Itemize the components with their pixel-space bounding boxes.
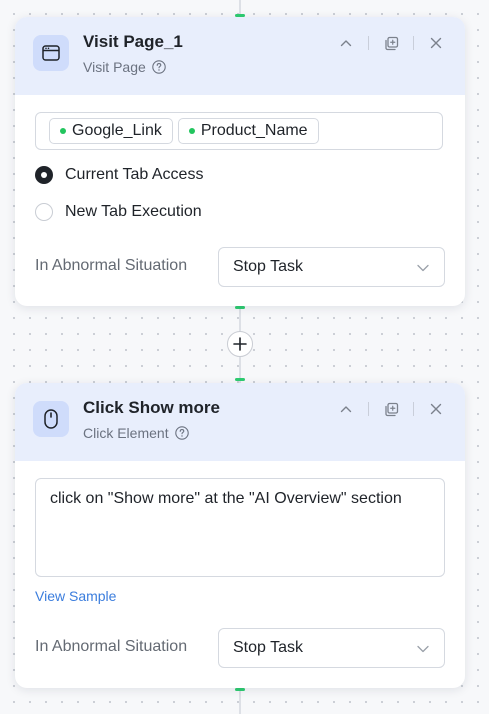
close-icon xyxy=(430,403,442,415)
node-title: Visit Page_1 xyxy=(83,32,183,51)
abnormal-situation-select[interactable]: Stop Task xyxy=(218,247,445,287)
header-divider xyxy=(368,36,369,50)
add-step-button[interactable] xyxy=(227,331,253,357)
header-divider xyxy=(413,402,414,416)
help-icon[interactable] xyxy=(174,426,189,440)
click-element-node[interactable]: Click Show more Click Element click on "… xyxy=(15,383,465,688)
node-type-label: Visit Page xyxy=(83,59,146,75)
close-icon xyxy=(430,37,442,49)
browser-window-icon xyxy=(33,35,69,71)
url-input-field[interactable]: Google_Link Product_Name xyxy=(35,112,443,150)
collapse-button[interactable] xyxy=(337,400,355,418)
abnormal-situation-label: In Abnormal Situation xyxy=(35,638,188,655)
node-type-label: Click Element xyxy=(83,425,169,441)
collapse-button[interactable] xyxy=(337,34,355,52)
chevron-up-icon xyxy=(340,406,352,413)
radio-label: New Tab Execution xyxy=(65,203,202,220)
variable-status-dot xyxy=(188,128,195,134)
radio-button[interactable] xyxy=(35,203,53,221)
radio-button-selected[interactable] xyxy=(35,166,53,184)
node-header-actions xyxy=(337,34,445,52)
view-sample-link[interactable]: View Sample xyxy=(35,588,116,604)
node-header: Visit Page_1 Visit Page xyxy=(15,17,465,95)
delete-node-button[interactable] xyxy=(427,34,445,52)
chevron-down-icon xyxy=(416,261,430,275)
copy-icon xyxy=(384,402,398,416)
header-divider xyxy=(413,36,414,50)
header-divider xyxy=(368,402,369,416)
node-title: Click Show more xyxy=(83,398,220,417)
select-value: Stop Task xyxy=(233,639,303,656)
visit-page-node[interactable]: Visit Page_1 Visit Page Google_Link Prod… xyxy=(15,17,465,306)
duplicate-button[interactable] xyxy=(382,34,400,52)
node-subtitle: Click Element xyxy=(83,425,189,441)
radio-current-tab[interactable]: Current Tab Access xyxy=(35,166,203,184)
connector-bottom-port xyxy=(235,688,245,691)
node-subtitle: Visit Page xyxy=(83,59,166,75)
variable-tag[interactable]: Google_Link xyxy=(49,118,173,144)
abnormal-situation-select[interactable]: Stop Task xyxy=(218,628,445,668)
copy-icon xyxy=(384,36,398,50)
element-description-textarea[interactable]: click on "Show more" at the "AI Overview… xyxy=(35,478,445,577)
radio-new-tab[interactable]: New Tab Execution xyxy=(35,203,202,221)
chevron-up-icon xyxy=(340,40,352,47)
variable-status-dot xyxy=(60,128,66,134)
node-header: Click Show more Click Element xyxy=(15,383,465,461)
variable-tag[interactable]: Product_Name xyxy=(177,118,319,144)
plus-icon xyxy=(233,337,247,351)
chevron-down-icon xyxy=(416,642,430,656)
variable-tag-label: Google_Link xyxy=(72,122,162,139)
mouse-icon xyxy=(33,401,69,437)
select-value: Stop Task xyxy=(233,258,303,275)
connector-middle-in-port xyxy=(235,378,245,381)
duplicate-button[interactable] xyxy=(382,400,400,418)
delete-node-button[interactable] xyxy=(427,400,445,418)
connector-middle-out-port xyxy=(235,306,245,309)
node-header-actions xyxy=(337,400,445,418)
variable-tag-label: Product_Name xyxy=(200,122,308,139)
connector-bottom xyxy=(239,688,241,714)
radio-label: Current Tab Access xyxy=(65,166,204,183)
abnormal-situation-label: In Abnormal Situation xyxy=(35,257,188,274)
help-icon[interactable] xyxy=(152,60,166,74)
